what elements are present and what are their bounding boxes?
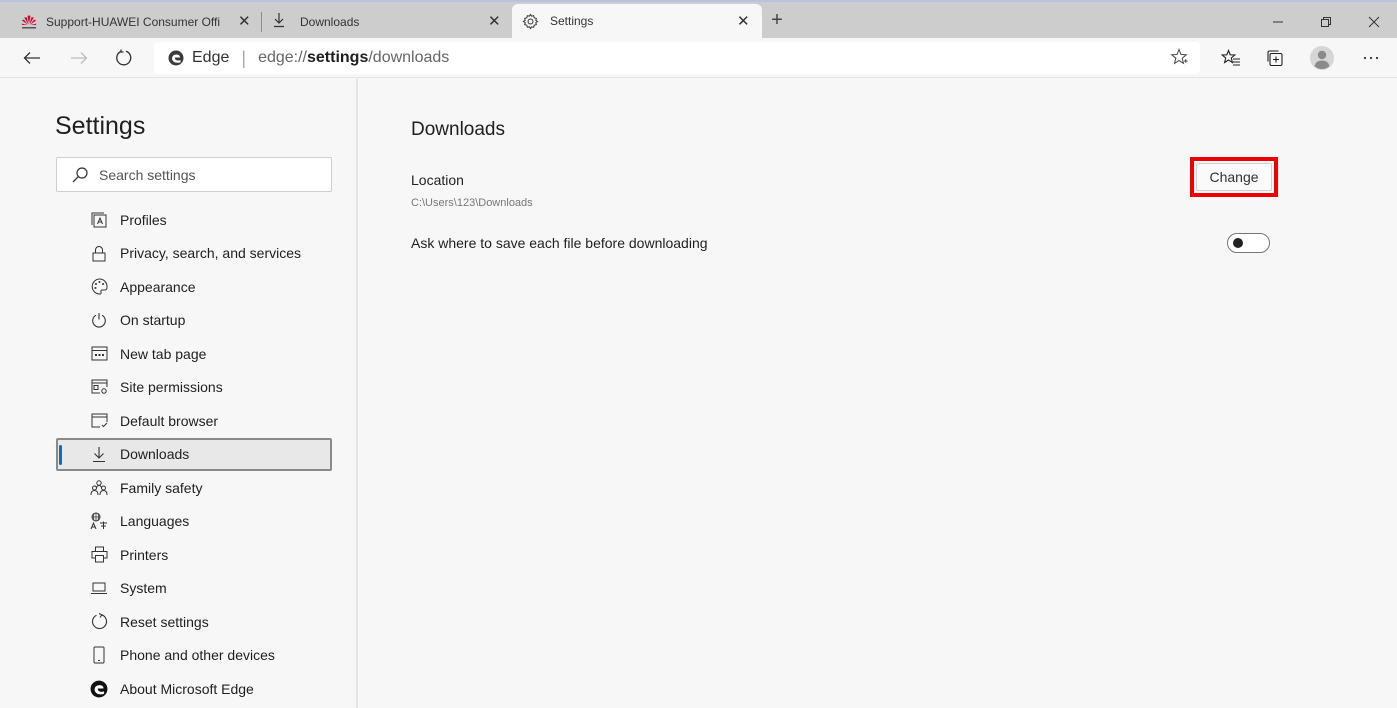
forward-button[interactable] — [64, 43, 94, 73]
sidebar-item-phone-devices[interactable]: Phone and other devices — [56, 639, 332, 673]
ask-where-to-save-toggle[interactable] — [1227, 233, 1270, 253]
refresh-button[interactable] — [109, 43, 139, 73]
collections-icon[interactable] — [1260, 43, 1290, 73]
close-window-button[interactable] — [1351, 4, 1397, 40]
printer-icon — [90, 546, 108, 564]
sidebar-item-languages[interactable]: Languages — [56, 505, 332, 539]
huawei-logo-icon — [20, 13, 38, 31]
tab-title: Support-HUAWEI Consumer Offi — [46, 15, 221, 29]
sidebar-item-on-startup[interactable]: On startup — [56, 304, 332, 338]
page-title: Downloads — [411, 119, 505, 140]
new-tab-page-icon — [90, 345, 108, 363]
family-icon — [90, 479, 108, 497]
address-separator: | — [241, 47, 247, 68]
add-favorite-star-icon[interactable] — [1170, 48, 1188, 71]
sidebar-item-new-tab-page[interactable]: New tab page — [56, 337, 332, 371]
tab-bar: Support-HUAWEI Consumer Offi ✕ Downloads… — [0, 2, 1397, 38]
favorites-icon[interactable] — [1216, 43, 1246, 73]
settings-nav: Profiles Privacy, search, and services A… — [56, 203, 332, 706]
search-settings-box[interactable] — [56, 157, 332, 192]
phone-icon — [90, 646, 108, 664]
close-tab-icon[interactable]: ✕ — [488, 12, 501, 30]
download-icon — [270, 12, 288, 32]
sidebar-item-reset-settings[interactable]: Reset settings — [56, 605, 332, 639]
sidebar-item-default-browser[interactable]: Default browser — [56, 404, 332, 438]
sidebar-item-about-edge[interactable]: About Microsoft Edge — [56, 672, 332, 706]
reset-icon — [90, 613, 108, 631]
tab-huawei-support[interactable]: Support-HUAWEI Consumer Offi ✕ — [10, 6, 258, 38]
location-label: Location — [411, 172, 464, 188]
tab-title: Downloads — [300, 15, 360, 29]
site-permissions-icon — [90, 378, 108, 396]
address-bar[interactable]: Edge | edge://settings/downloads — [154, 42, 1200, 74]
lock-icon — [90, 244, 108, 262]
site-identity-label: Edge — [192, 49, 230, 66]
url-text[interactable]: edge://settings/downloads — [258, 49, 449, 67]
back-button[interactable] — [17, 43, 47, 73]
gear-icon — [522, 12, 540, 30]
location-path: C:\Users\123\Downloads — [411, 197, 533, 209]
ask-where-to-save-label: Ask where to save each file before downl… — [411, 235, 708, 251]
profile-avatar-icon[interactable] — [1307, 43, 1337, 73]
profile-card-icon — [90, 211, 108, 229]
sidebar-item-appearance[interactable]: Appearance — [56, 270, 332, 304]
sidebar-item-system[interactable]: System — [56, 572, 332, 606]
highlight-box: Change — [1190, 157, 1278, 197]
sidebar-item-downloads[interactable]: Downloads — [56, 437, 332, 471]
edge-logo-icon — [90, 680, 108, 698]
languages-icon — [90, 512, 108, 530]
browser-toolbar: Edge | edge://settings/downloads — [0, 38, 1397, 78]
tab-title: Settings — [550, 14, 594, 28]
close-tab-icon[interactable]: ✕ — [238, 12, 251, 30]
tab-settings[interactable]: Settings ✕ — [512, 4, 762, 38]
settings-title: Settings — [55, 112, 146, 140]
sidebar-item-printers[interactable]: Printers — [56, 538, 332, 572]
search-settings-input[interactable] — [99, 166, 319, 183]
laptop-icon — [90, 579, 108, 597]
sidebar-item-privacy[interactable]: Privacy, search, and services — [56, 237, 332, 271]
palette-icon — [90, 278, 108, 296]
restore-button[interactable] — [1303, 4, 1349, 40]
tab-separator — [261, 12, 262, 32]
settings-sidebar: Settings Profiles Privacy, search, and s… — [0, 79, 358, 708]
sidebar-item-site-permissions[interactable]: Site permissions — [56, 371, 332, 405]
download-icon — [90, 445, 108, 463]
power-icon — [90, 311, 108, 329]
search-icon — [71, 166, 89, 184]
close-tab-icon[interactable]: ✕ — [737, 12, 750, 30]
tab-downloads[interactable]: Downloads ✕ — [266, 6, 506, 38]
minimize-button[interactable] — [1255, 4, 1301, 40]
sidebar-item-profiles[interactable]: Profiles — [56, 203, 332, 237]
toggle-knob — [1233, 238, 1243, 248]
change-location-button[interactable]: Change — [1196, 163, 1272, 191]
default-browser-icon — [90, 412, 108, 430]
new-tab-button[interactable]: + — [766, 8, 788, 32]
sidebar-item-family-safety[interactable]: Family safety — [56, 471, 332, 505]
active-indicator — [59, 444, 62, 465]
more-menu-icon[interactable] — [1356, 43, 1386, 73]
downloads-settings-panel: Downloads Location C:\Users\123\Download… — [360, 79, 1397, 708]
edge-logo-icon — [168, 50, 184, 66]
